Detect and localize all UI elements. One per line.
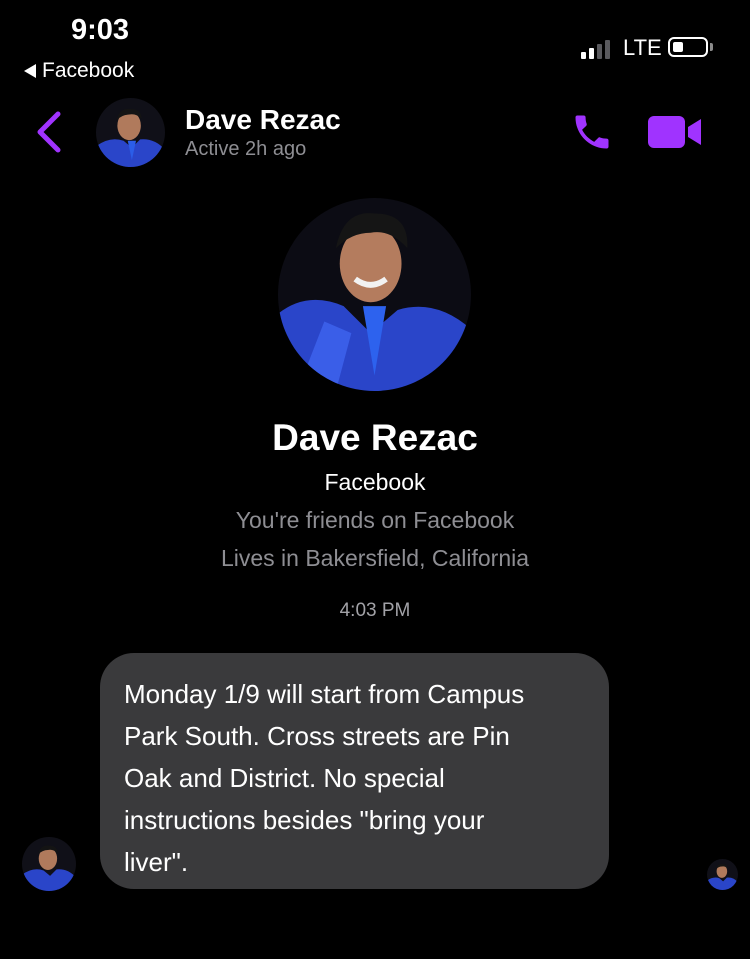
message-bubble[interactable]: Monday 1/9 will start from Campus Park S… (100, 653, 609, 889)
message-text: Monday 1/9 will start from Campus Park S… (124, 679, 525, 877)
profile-source: Facebook (324, 469, 426, 495)
back-triangle-icon (24, 64, 36, 78)
profile-name: Dave Rezac (272, 417, 478, 458)
header-avatar[interactable] (96, 98, 165, 167)
contact-name[interactable]: Dave Rezac (185, 104, 341, 136)
cellular-signal-icon (581, 39, 610, 59)
location-note: Lives in Bakersfield, California (220, 545, 530, 571)
network-type: LTE (623, 35, 662, 60)
back-to-app-label: Facebook (42, 59, 135, 82)
profile-photo-icon (707, 859, 738, 890)
status-time: 9:03 (70, 14, 130, 46)
friends-note: You're friends on Facebook (235, 507, 515, 533)
read-receipt-avatar (707, 859, 738, 890)
phone-icon[interactable] (570, 110, 614, 154)
battery-icon (668, 37, 708, 57)
video-camera-icon[interactable] (648, 114, 702, 150)
sender-avatar[interactable] (22, 837, 76, 891)
profile-photo-icon (96, 98, 165, 167)
active-status: Active 2h ago (185, 138, 307, 160)
chevron-left-icon[interactable] (34, 110, 64, 154)
profile-avatar[interactable] (278, 198, 471, 391)
message-timestamp: 4:03 PM (339, 600, 411, 621)
profile-photo-icon (278, 198, 471, 391)
profile-photo-icon (22, 837, 76, 891)
battery-nub (710, 43, 713, 51)
back-to-app-link[interactable]: Facebook (24, 59, 134, 83)
